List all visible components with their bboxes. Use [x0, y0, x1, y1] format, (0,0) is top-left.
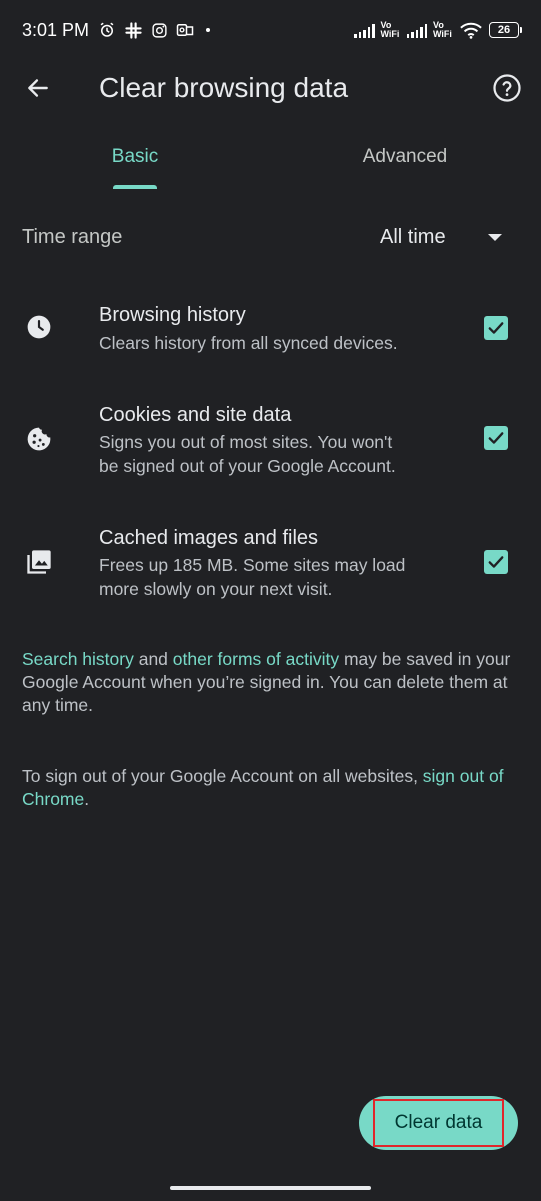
cookies-checkbox[interactable] [484, 426, 508, 450]
sign-out-info: To sign out of your Google Account on al… [22, 765, 517, 811]
browsing-history-checkbox[interactable] [484, 316, 508, 340]
clear-data-button[interactable]: Clear data [359, 1096, 518, 1150]
search-history-link[interactable]: Search history [22, 649, 134, 669]
time-range-dropdown[interactable]: All time [360, 214, 520, 264]
help-button[interactable] [489, 70, 525, 106]
vowifi-label-2: Vo WiFi [433, 20, 452, 39]
image-gallery-icon [24, 547, 54, 577]
option-cached-images[interactable]: Cached images and files Frees up 185 MB.… [0, 519, 541, 609]
dropdown-arrow-icon [488, 234, 502, 241]
cookie-icon [24, 424, 54, 454]
status-time: 3:01 PM [22, 19, 90, 40]
option-description-line2: more slowly on your next visit. [99, 579, 333, 599]
back-button[interactable] [20, 70, 56, 106]
other-activity-link[interactable]: other forms of activity [173, 649, 339, 669]
option-cookies[interactable]: Cookies and site data Signs you out of m… [0, 396, 541, 486]
check-icon [488, 322, 504, 334]
slack-icon [123, 20, 143, 40]
status-right: Vo WiFi Vo WiFi 26 [354, 20, 522, 40]
vowifi-label: Vo WiFi [380, 20, 400, 39]
option-title: Cached images and files [99, 527, 319, 549]
dot-icon [201, 20, 215, 40]
app-bar: Clear browsing data [0, 60, 541, 116]
arrow-back-icon [28, 79, 48, 97]
page-title: Clear browsing data [99, 72, 349, 103]
activity-info: Search history and other forms of activi… [22, 648, 517, 717]
time-range-value: All time [380, 226, 446, 248]
gesture-bar[interactable] [170, 1186, 371, 1190]
status-bar: 3:01 PM Vo WiFi Vo WiFi 26 [0, 0, 541, 60]
signal-icon-2 [406, 22, 427, 38]
clock-icon [24, 312, 54, 342]
info-text: . [84, 789, 90, 809]
option-description: Clears history from all synced devices. [99, 333, 398, 353]
check-icon [488, 432, 504, 444]
tab-bar: Basic Advanced [0, 130, 541, 190]
option-browsing-history[interactable]: Browsing history Clears history from all… [0, 296, 541, 366]
tab-basic[interactable]: Basic [0, 130, 270, 190]
cached-images-checkbox[interactable] [484, 550, 508, 574]
outlook-icon [175, 20, 195, 40]
option-description-line1: Frees up 185 MB. Some sites may load [99, 555, 406, 575]
time-range-row: Time range All time [0, 214, 541, 264]
option-title: Cookies and site data [99, 404, 292, 426]
help-circle-icon [493, 74, 521, 102]
alarm-icon [97, 20, 117, 40]
check-icon [488, 556, 504, 568]
battery-icon: 26 [489, 22, 522, 38]
screen: 3:01 PM Vo WiFi Vo WiFi 26 Clear browsin… [0, 0, 541, 1201]
time-range-label: Time range [22, 226, 123, 248]
option-description-line1: Signs you out of most sites. You won't [99, 432, 393, 452]
info-text: To sign out of your Google Account on al… [22, 766, 423, 786]
battery-level: 26 [497, 24, 511, 36]
info-text: and [133, 649, 173, 669]
status-left: 3:01 PM [22, 20, 215, 41]
signal-icon [354, 22, 375, 38]
tab-indicator [113, 185, 157, 189]
instagram-icon [149, 20, 169, 40]
wifi-icon [459, 20, 483, 40]
option-title: Browsing history [99, 304, 246, 326]
option-description-line2: be signed out of your Google Account. [99, 456, 396, 476]
tab-advanced[interactable]: Advanced [270, 130, 540, 190]
